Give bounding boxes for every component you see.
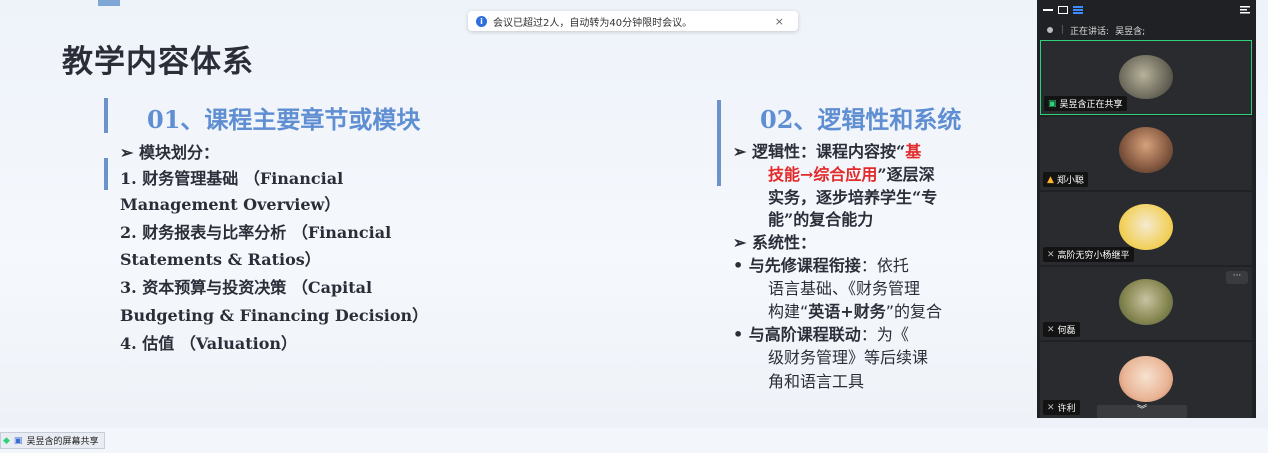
screen-share-text: 吴昱含的屏幕共享 (26, 437, 99, 447)
col2-line: ➢ 系统性： (733, 233, 816, 252)
share-status-icon: ◆ (3, 435, 10, 446)
col2-line: ➢ 逻辑性：课程内容按“基 (733, 142, 922, 161)
participant-name: ✕ 许利 (1043, 400, 1080, 415)
close-notification-button[interactable]: × (775, 15, 784, 28)
maximize-icon[interactable] (1058, 6, 1068, 14)
col2-heading: 02、逻辑性和系统 (760, 105, 962, 134)
col2-line: 技能→综合应用”逐层深 (768, 165, 935, 184)
avatar (1119, 127, 1173, 173)
screen-share-label: ◆ ▣ 吴昱含的屏幕共享 (0, 432, 106, 449)
panel-menu-icon[interactable] (1240, 6, 1250, 14)
share-icon: ▣ (1048, 98, 1057, 109)
speaking-label: 正在讲话: (1070, 26, 1110, 37)
col1-line: 4. 估值 （Valuation） (120, 334, 298, 353)
participant-tile[interactable]: ✕ 高阶无穷小杨继平 (1040, 192, 1252, 265)
col2-line: 能”的复合能力 (768, 210, 874, 229)
col1-line: 3. 资本预算与投资决策 （Capital (120, 278, 373, 297)
avatar (1119, 204, 1173, 250)
speaking-name: 吴昱含; (1115, 26, 1146, 37)
minimize-icon[interactable] (1043, 6, 1053, 14)
col2-line: • 与先修课程衔接：依托 (733, 256, 909, 275)
info-icon: i (476, 15, 487, 27)
collapse-panel-button[interactable]: ︾ (1097, 405, 1187, 418)
col2-line: 角和语言工具 (768, 372, 865, 391)
notification-text: 会议已超过2人，自动转为40分钟限时会议。 (493, 17, 693, 29)
slide-top-mark (98, 0, 120, 6)
grid-view-icon[interactable] (1073, 6, 1083, 14)
col1-line: ➢ 模块划分： (120, 143, 219, 162)
more-options-button[interactable]: ··· (1226, 271, 1248, 284)
participant-name: ✕ 高阶无穷小杨继平 (1043, 247, 1134, 262)
col1-line: 1. 财务管理基础 （Financial (120, 169, 344, 188)
speaking-indicator: | 正在讲话: 吴昱含; (1037, 20, 1256, 40)
video-panel: | 正在讲话: 吴昱含; ▣ 吴昱含正在共享 ▲ 郑小聪 ✕ 高阶无穷小杨继平 ···… (1037, 0, 1256, 418)
speaker-icon (1047, 27, 1053, 33)
panel-toolbar (1037, 0, 1256, 20)
col1-heading: 01、课程主要章节或模块 (147, 105, 421, 134)
host-icon: ▲ (1047, 174, 1054, 185)
participant-tile[interactable]: ▣ 吴昱含正在共享 (1040, 40, 1252, 115)
slide-title: 教学内容体系 (62, 44, 254, 80)
col2-line: 构建“英语+财务”的复合 (768, 302, 943, 321)
participant-name: ▣ 吴昱含正在共享 (1044, 96, 1127, 111)
mic-off-icon: ✕ (1047, 249, 1055, 260)
col2-line: 实务，逐步培养学生“专 (768, 188, 938, 207)
meeting-notification: i 会议已超过2人，自动转为40分钟限时会议。 × (468, 11, 798, 31)
col2-line: • 与高阶课程联动：为《 (733, 325, 909, 344)
screen-icon: ▣ (13, 435, 23, 446)
participant-name: ✕ 何磊 (1043, 322, 1080, 337)
participant-tile[interactable]: ▲ 郑小聪 (1040, 117, 1252, 190)
mic-off-icon: ✕ (1047, 324, 1055, 335)
participant-tile[interactable]: ··· ✕ 何磊 (1040, 267, 1252, 340)
col1-line: Management Overview） (120, 195, 341, 214)
avatar (1119, 279, 1173, 325)
col1-line: Budgeting & Financing Decision） (120, 306, 429, 325)
avatar (1119, 55, 1173, 99)
col1-accent-bar-2 (104, 158, 108, 190)
col1-accent-bar (104, 98, 108, 133)
col2-line: 级财务管理》等后续课 (768, 348, 929, 367)
col2-accent-bar (717, 100, 721, 186)
mic-off-icon: ✕ (1047, 402, 1055, 413)
participant-name: ▲ 郑小聪 (1043, 172, 1088, 187)
avatar (1119, 356, 1173, 402)
col2-line: 语言基础、《财务管理 (768, 279, 921, 298)
col1-line: Statements & Ratios） (120, 250, 321, 269)
col1-line: 2. 财务报表与比率分析 （Financial (120, 223, 392, 242)
